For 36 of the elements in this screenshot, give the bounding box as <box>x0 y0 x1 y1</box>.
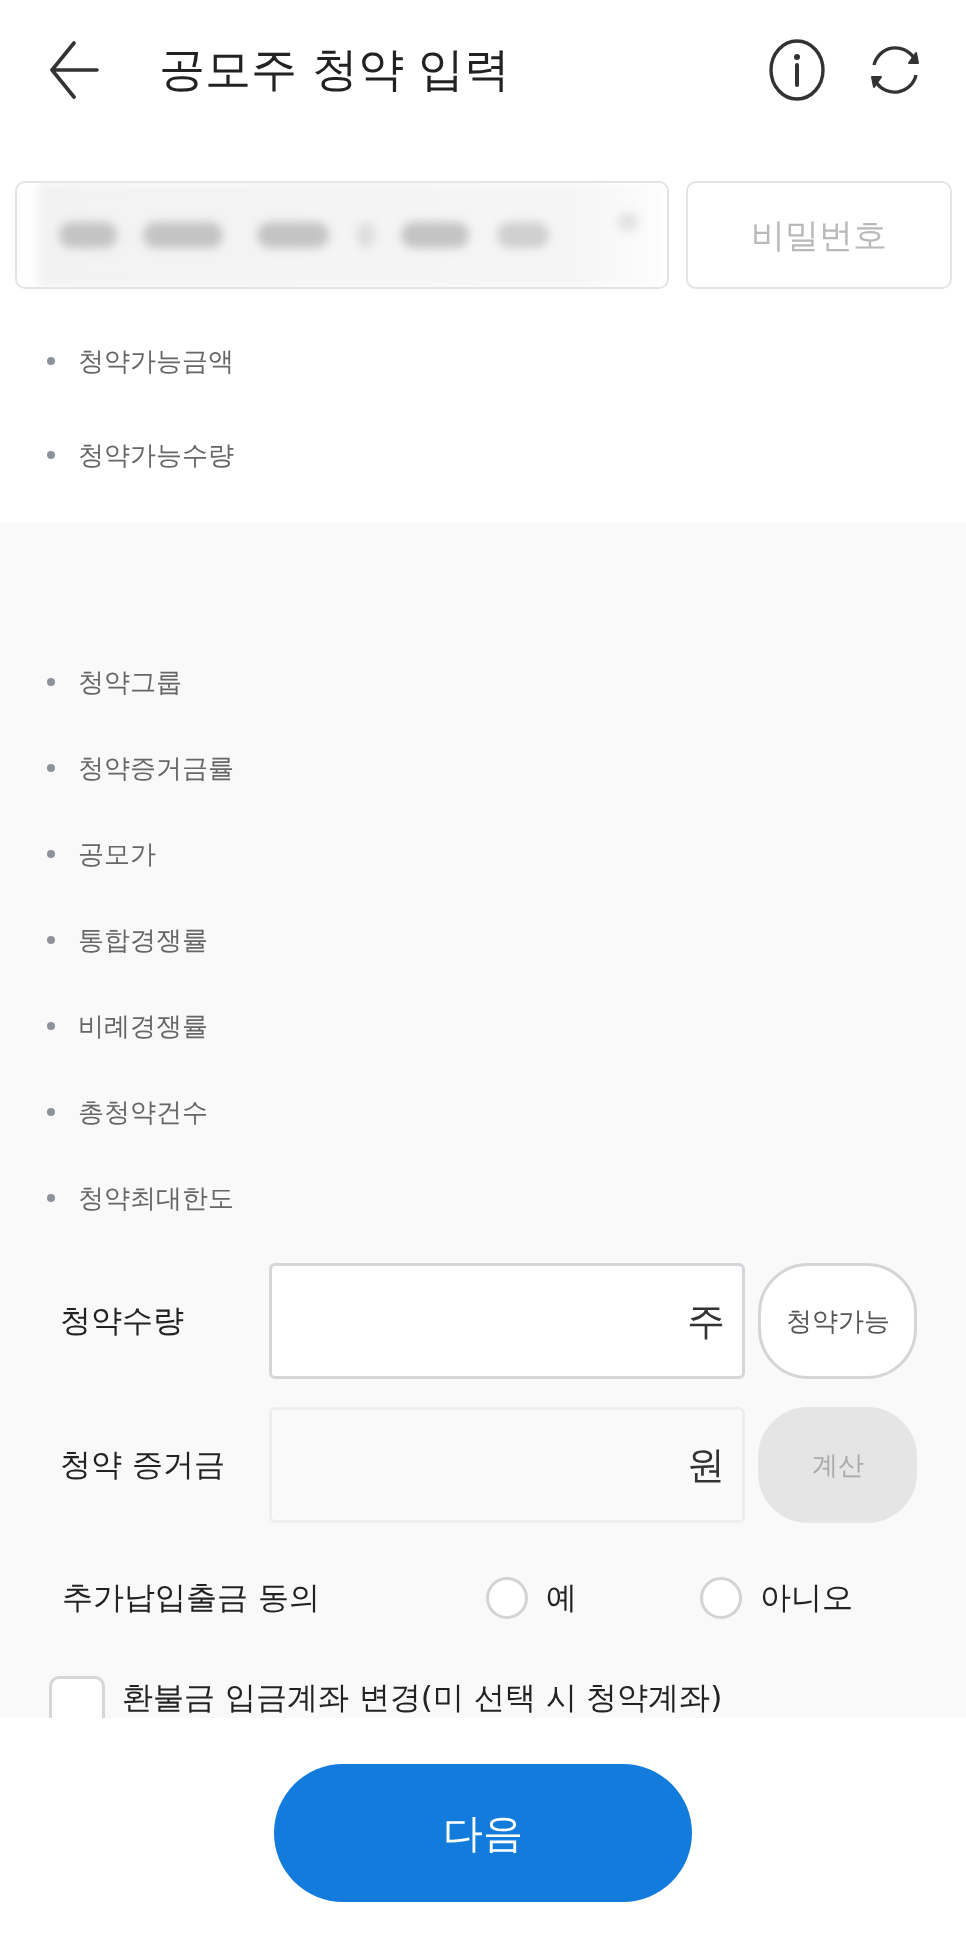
bullet-icon <box>47 678 55 686</box>
info-label: 청약최대한도 <box>78 1181 234 1215</box>
unit-label: 주 <box>687 1297 725 1345</box>
input-field[interactable]: 주 <box>269 1263 745 1379</box>
info-icon[interactable] <box>769 39 825 101</box>
bullet-icon <box>47 357 55 365</box>
bullet-icon <box>47 1194 55 1202</box>
bullet-icon <box>47 936 55 944</box>
next-button[interactable]: 다음 <box>274 1764 692 1902</box>
action-button[interactable]: 청약가능 <box>758 1263 917 1379</box>
info-label: 비례경쟁률 <box>78 1009 208 1043</box>
consent-label: 추가납입출금 동의 <box>62 1578 321 1617</box>
info-label: 청약그룹 <box>78 665 182 699</box>
radio-label[interactable]: 아니오 <box>760 1577 853 1619</box>
info-label: 청약증거금률 <box>78 751 234 785</box>
radio-label[interactable]: 예 <box>546 1577 577 1619</box>
back-icon[interactable] <box>49 41 99 99</box>
info-label: 통합경쟁률 <box>78 923 208 957</box>
field-label: 청약수량 <box>60 1301 185 1340</box>
unit-label: 원 <box>687 1441 725 1489</box>
info-label: 공모가 <box>78 837 156 871</box>
info-label: 총청약건수 <box>78 1095 208 1129</box>
checkbox-label[interactable]: 환불금 입금계좌 변경(미 선택 시 청약계좌) <box>122 1680 723 1715</box>
info-label: 청약가능수량 <box>78 438 234 472</box>
radio-button[interactable] <box>486 1577 528 1619</box>
page-title: 공모주 청약 입력 <box>159 41 512 98</box>
bullet-icon <box>47 451 55 459</box>
bullet-icon <box>47 764 55 772</box>
password-field[interactable]: 비밀번호 <box>686 181 952 289</box>
radio-button[interactable] <box>700 1577 742 1619</box>
bullet-icon <box>47 1108 55 1116</box>
checkbox[interactable] <box>49 1676 105 1718</box>
field-label: 청약 증거금 <box>60 1445 226 1484</box>
info-label: 청약가능금액 <box>78 344 234 378</box>
bullet-icon <box>47 1022 55 1030</box>
bullet-icon <box>47 850 55 858</box>
